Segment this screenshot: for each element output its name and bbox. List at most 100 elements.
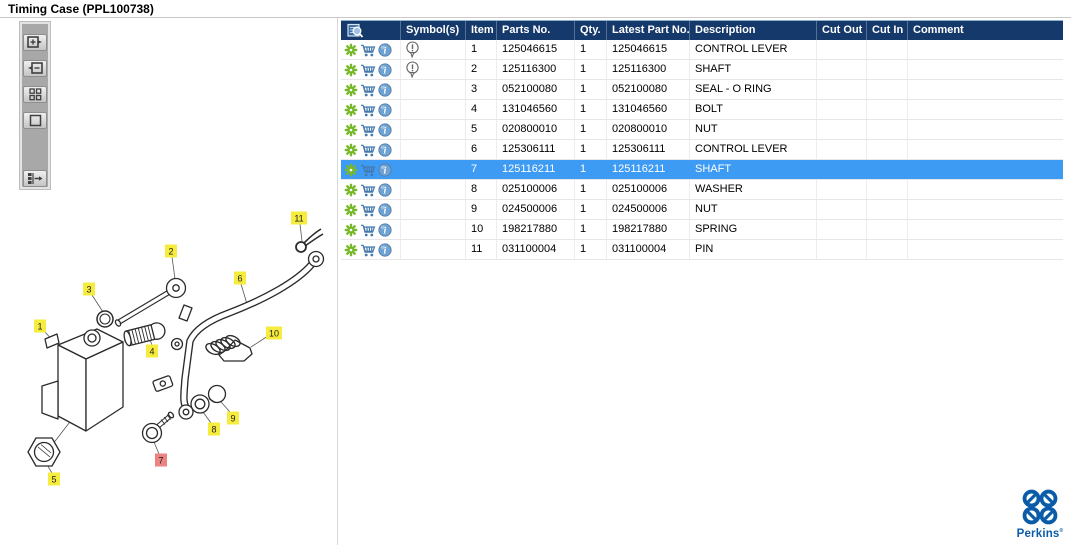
cart-icon[interactable] (360, 143, 376, 157)
part-hex-nut[interactable] (27, 437, 61, 467)
cell-latest-part-no: 125116300 (607, 60, 690, 79)
info-icon[interactable]: i (378, 242, 392, 257)
parts-list-search-icon[interactable] (347, 23, 364, 39)
cell-cut-out (817, 200, 867, 219)
table-row[interactable]: i 4 131046560 1 131046560 BOLT (341, 100, 1063, 120)
header-cell-cut-in[interactable]: Cut In (867, 21, 908, 40)
balloon-note-icon (406, 61, 419, 78)
cart-icon[interactable] (360, 123, 376, 137)
diagram-callout-8[interactable]: 8 (208, 422, 220, 436)
table-row[interactable]: i 7 125116211 1 125116211 SHAFT (341, 160, 1063, 180)
cell-symbol (401, 160, 466, 179)
cell-latest-part-no: 125116211 (612, 163, 666, 175)
table-row[interactable]: i 9 024500006 1 024500006 NUT (341, 200, 1063, 220)
header-cell-comment[interactable]: Comment (908, 21, 1063, 40)
cart-icon[interactable] (360, 223, 376, 237)
cell-cut-in (867, 100, 908, 119)
info-icon[interactable]: i (378, 42, 392, 57)
diagram-callout-1[interactable]: 1 (34, 319, 46, 333)
cart-icon[interactable] (360, 83, 376, 97)
fit-view-button[interactable] (23, 112, 47, 129)
toggle-panel-button[interactable] (23, 170, 47, 187)
table-row[interactable]: i 3 052100080 1 052100080 SEAL - O RING (341, 80, 1063, 100)
svg-text:1: 1 (37, 322, 42, 332)
diagram-callout-10[interactable]: 10 (266, 326, 282, 340)
table-row[interactable]: i 5 020800010 1 020800010 NUT (341, 120, 1063, 140)
gear-icon[interactable] (344, 223, 358, 237)
cart-icon[interactable] (360, 243, 376, 257)
info-icon[interactable]: i (378, 62, 392, 77)
gear-icon[interactable] (344, 243, 358, 257)
header-cell-parts-no[interactable]: Parts No. (497, 21, 575, 40)
info-icon[interactable]: i (378, 222, 392, 237)
cell-comment (908, 160, 1063, 179)
cart-icon[interactable] (360, 63, 376, 77)
info-icon[interactable]: i (378, 82, 392, 97)
cell-latest-part-no: 198217880 (607, 220, 690, 239)
diagram-callout-6[interactable]: 6 (234, 271, 246, 285)
table-row[interactable]: i 10 198217880 1 198217880 SPRING (341, 220, 1063, 240)
cell-parts-no: 125116211 (502, 163, 556, 175)
table-row[interactable]: i 1 125046615 1 125046615 CONTROL LEVER (341, 40, 1063, 60)
table-row[interactable]: i 6 125306111 1 125306111 CONTROL LEVER (341, 140, 1063, 160)
diagram-callout-3[interactable]: 3 (83, 282, 95, 296)
diagram-callout-2[interactable]: 2 (165, 244, 177, 258)
info-icon[interactable]: i (378, 162, 392, 177)
gear-icon[interactable] (344, 103, 358, 117)
diagram-callout-11[interactable]: 11 (291, 211, 307, 225)
tile-view-button[interactable] (23, 86, 47, 103)
header-cell-item[interactable]: Item (466, 21, 497, 40)
zoom-out-button[interactable] (23, 60, 47, 77)
part-dome-nut[interactable] (207, 384, 227, 404)
gear-icon[interactable] (344, 183, 358, 197)
diagram-callout-4[interactable]: 4 (146, 344, 158, 358)
table-row[interactable]: i 11 031100004 1 031100004 PIN (341, 240, 1063, 260)
gear-icon[interactable] (344, 83, 358, 97)
info-icon[interactable]: i (378, 122, 392, 137)
cell-qty: 1 (575, 220, 607, 239)
info-icon[interactable]: i (378, 102, 392, 117)
gear-icon[interactable] (344, 43, 358, 57)
info-icon[interactable]: i (378, 202, 392, 217)
info-icon[interactable]: i (378, 182, 392, 197)
cell-item: 6 (466, 140, 497, 159)
part-o-ring[interactable] (96, 310, 114, 328)
part-bolt-plug[interactable] (123, 321, 167, 347)
header-cell-qty[interactable]: Qty. (575, 21, 607, 40)
fit-view-icon (29, 114, 41, 127)
part-spring[interactable] (204, 333, 253, 362)
page-title: Timing Case (PPL100738) (8, 2, 154, 16)
cell-qty: 1 (575, 120, 607, 139)
diagram-callout-9[interactable]: 9 (227, 411, 239, 425)
gear-icon[interactable] (344, 123, 358, 137)
cart-icon[interactable] (360, 163, 376, 177)
cell-qty: 1 (575, 240, 607, 259)
cell-latest-part-no: 020800010 (607, 120, 690, 139)
table-row[interactable]: i 2 125116300 1 125116300 SHAFT (341, 60, 1063, 80)
gear-icon[interactable] (344, 143, 358, 157)
cell-qty: 1 (575, 100, 607, 119)
zoom-in-button[interactable] (23, 34, 47, 51)
cart-icon[interactable] (360, 103, 376, 117)
svg-text:i: i (384, 46, 387, 56)
cart-icon[interactable] (360, 183, 376, 197)
part-control-lever-housing[interactable] (41, 328, 124, 432)
header-cell-symbols[interactable]: Symbol(s) (401, 21, 466, 40)
diagram-callout-7[interactable]: 7 (155, 453, 167, 467)
cart-icon[interactable] (360, 203, 376, 217)
svg-text:i: i (384, 186, 387, 196)
table-row[interactable]: i 8 025100006 1 025100006 WASHER (341, 180, 1063, 200)
gear-icon[interactable] (344, 163, 358, 177)
gear-icon[interactable] (344, 63, 358, 77)
diagram-callout-5[interactable]: 5 (48, 472, 60, 486)
header-cell-latest-part-no[interactable]: Latest Part No. (607, 21, 690, 40)
part-bolt[interactable] (141, 411, 175, 444)
cart-icon[interactable] (360, 43, 376, 57)
header-cell-description[interactable]: Description (690, 21, 817, 40)
part-cotter-pin[interactable] (295, 228, 324, 253)
header-cell-cut-out[interactable]: Cut Out (817, 21, 867, 40)
part-washer[interactable] (190, 394, 210, 414)
part-shaft[interactable] (114, 277, 187, 328)
gear-icon[interactable] (344, 203, 358, 217)
info-icon[interactable]: i (378, 142, 392, 157)
